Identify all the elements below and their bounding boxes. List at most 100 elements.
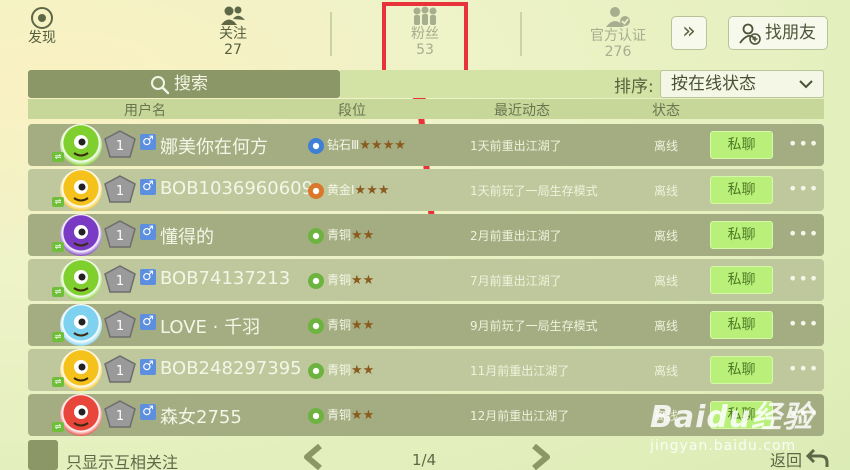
nav-official-label: 官方认证 — [590, 28, 646, 44]
monster-face-icon — [73, 315, 89, 337]
gender-male-icon: ♂ — [140, 314, 156, 330]
online-badge: ⇌ — [52, 287, 64, 297]
level-badge-icon: 1 — [104, 175, 136, 203]
rank-stars: ★★★ — [354, 183, 390, 198]
nav-discover-label: 发现 — [28, 30, 56, 46]
watermark: Baidu经验 jingyan.baidu.com — [650, 392, 813, 454]
watermark-url: jingyan.baidu.com — [650, 438, 797, 454]
level-badge-icon: 1 — [104, 265, 136, 293]
sort-value: 按在线状态 — [671, 74, 756, 94]
find-friends-label: 找朋友 — [765, 23, 816, 43]
avatar[interactable] — [60, 214, 102, 256]
avatar[interactable] — [60, 124, 102, 166]
online-status: 离线 — [654, 184, 679, 198]
rank: 青铜★★ — [308, 271, 374, 289]
watermark-logo: Baidu经验 — [650, 400, 814, 435]
private-chat-button[interactable]: 私聊 — [710, 131, 773, 159]
rank-label: 青铜 — [327, 363, 352, 377]
rank-icon — [308, 317, 324, 334]
mutual-follow-checkbox[interactable] — [28, 440, 58, 470]
private-chat-button[interactable]: 私聊 — [710, 356, 773, 384]
table-row[interactable]: ⇌ 1 ♂ BOB74137213 青铜★★ 7月前重出江湖了 离线 私聊 ••• — [28, 259, 824, 301]
nav-discover[interactable]: 发现 — [28, 6, 56, 46]
rank-stars: ★★ — [351, 228, 375, 243]
monster-face-icon — [73, 405, 89, 427]
online-badge: ⇌ — [52, 422, 64, 432]
private-chat-button[interactable]: 私聊 — [710, 311, 773, 339]
recent-activity: 2月前重出江湖了 — [470, 229, 562, 243]
rank: 青铜★★ — [308, 406, 374, 424]
expand-more-button[interactable]: » — [671, 16, 707, 50]
rank-icon — [308, 407, 324, 424]
avatar[interactable] — [60, 394, 102, 436]
more-options-icon[interactable]: ••• — [788, 359, 819, 378]
online-status: 离线 — [654, 229, 679, 243]
nav-official-count: 276 — [604, 44, 632, 60]
username: 森女2755 — [160, 407, 242, 428]
nav-following[interactable]: 关注 27 — [216, 6, 250, 58]
gender-male-icon: ♂ — [140, 359, 156, 375]
recent-activity: 12月前重出江湖了 — [470, 409, 570, 423]
rank: 黄金Ⅰ★★★ — [308, 181, 390, 199]
online-badge: ⇌ — [52, 332, 64, 342]
rank-label: 钻石Ⅲ — [327, 138, 360, 152]
find-friends-button[interactable]: 找朋友 — [728, 16, 828, 50]
avatar[interactable] — [60, 259, 102, 301]
table-row[interactable]: ⇌ 1 ♂ 娜美你在何方 钻石Ⅲ★★★★ 1天前重出江湖了 离线 私聊 ••• — [28, 124, 824, 166]
table-row[interactable]: ⇌ 1 ♂ 懂得的 青铜★★ 2月前重出江湖了 离线 私聊 ••• — [28, 214, 824, 256]
username: LOVE · 千羽 — [160, 317, 261, 338]
private-chat-button[interactable]: 私聊 — [710, 266, 773, 294]
monster-face-icon — [73, 180, 89, 202]
more-options-icon[interactable]: ••• — [788, 179, 819, 198]
search-icon — [151, 76, 170, 95]
table-row[interactable]: ⇌ 1 ♂ BOB248297395 青铜★★ 11月前重出江湖了 离线 私聊 ••• — [28, 349, 824, 391]
more-options-icon[interactable]: ••• — [788, 134, 819, 153]
gender-male-icon: ♂ — [140, 224, 156, 240]
verified-user-icon — [606, 7, 630, 27]
add-user-icon — [739, 23, 761, 45]
rank-label: 青铜 — [327, 318, 352, 332]
svg-text:1: 1 — [116, 319, 124, 334]
online-status: 离线 — [654, 139, 679, 153]
search-label: 搜索 — [174, 74, 208, 94]
previous-page-icon[interactable] — [302, 444, 326, 470]
monster-face-icon — [73, 270, 89, 292]
avatar[interactable] — [60, 304, 102, 346]
username: 娜美你在何方 — [160, 137, 268, 158]
rank: 青铜★★ — [308, 226, 374, 244]
chevron-down-icon — [799, 80, 813, 89]
more-options-icon[interactable]: ••• — [788, 269, 819, 288]
rank-label: 青铜 — [327, 408, 352, 422]
online-badge: ⇌ — [52, 197, 64, 207]
level-badge-icon: 1 — [104, 355, 136, 383]
next-page-icon[interactable] — [528, 444, 552, 470]
search-button[interactable]: 搜索 — [28, 70, 340, 98]
more-options-icon[interactable]: ••• — [788, 314, 819, 333]
private-chat-button[interactable]: 私聊 — [710, 176, 773, 204]
avatar[interactable] — [60, 169, 102, 211]
level-badge-icon: 1 — [104, 310, 136, 338]
recent-activity: 11月前重出江湖了 — [470, 364, 570, 378]
sort-select[interactable]: 按在线状态 — [660, 70, 824, 98]
gender-male-icon: ♂ — [140, 404, 156, 420]
svg-text:1: 1 — [116, 139, 124, 154]
monster-face-icon — [73, 360, 89, 382]
rank-stars: ★★ — [351, 408, 375, 423]
rank: 青铜★★ — [308, 316, 374, 334]
level-badge-icon: 1 — [104, 400, 136, 428]
avatar[interactable] — [60, 349, 102, 391]
people-icon — [221, 6, 245, 25]
private-chat-button[interactable]: 私聊 — [710, 221, 773, 249]
column-header-activity: 最近动态 — [494, 103, 550, 119]
table-row[interactable]: ⇌ 1 ♂ BOB1036960609 黄金Ⅰ★★★ 1天前玩了一局生存模式 离线 私聊 ••• — [28, 169, 824, 211]
gender-male-icon: ♂ — [140, 179, 156, 195]
eye-icon — [31, 7, 53, 29]
nav-official[interactable]: 官方认证 276 — [586, 6, 650, 60]
rank-stars: ★★★★ — [359, 138, 406, 153]
rank-icon — [308, 362, 324, 379]
table-row[interactable]: ⇌ 1 ♂ LOVE · 千羽 青铜★★ 9月前玩了一局生存模式 离线 私聊 ••• — [28, 304, 824, 346]
rank-icon — [308, 182, 324, 199]
more-options-icon[interactable]: ••• — [788, 224, 819, 243]
online-badge: ⇌ — [52, 152, 64, 162]
rank-label: 黄金Ⅰ — [327, 183, 355, 197]
